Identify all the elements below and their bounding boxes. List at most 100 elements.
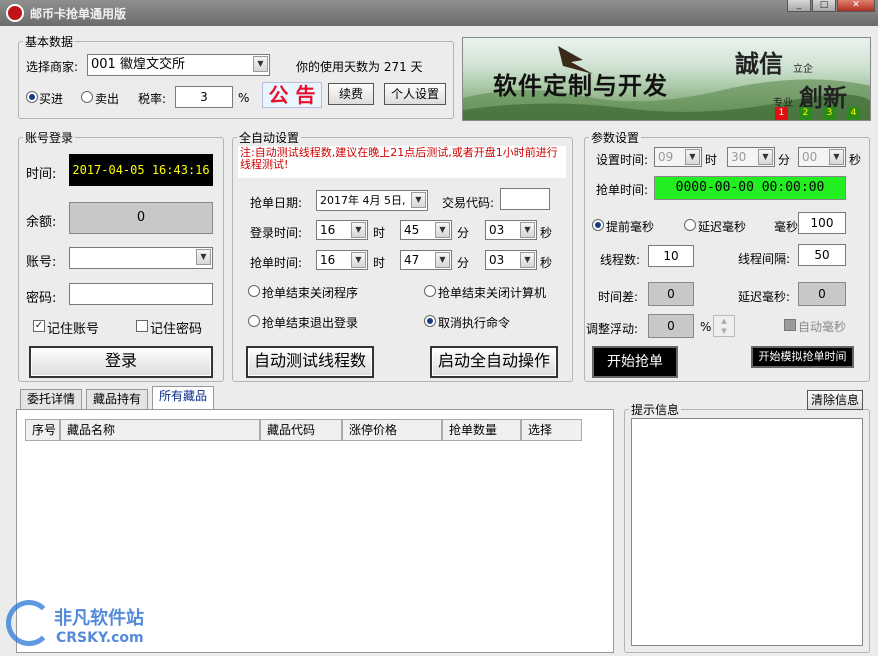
chevron-down-icon[interactable]: ▼ (196, 249, 211, 265)
window-title: 邮币卡抢单通用版 (30, 7, 127, 21)
delay-ms-radio[interactable] (684, 219, 696, 231)
banner-main-text: 软件定制与开发 (493, 71, 668, 100)
close-program-label: 抢单结束关闭程序 (262, 286, 359, 300)
merchant-label: 选择商家: (26, 60, 79, 74)
threads-label: 线程数: (600, 253, 641, 267)
chevron-down-icon[interactable]: ▼ (411, 192, 426, 208)
tax-input[interactable]: 3 (175, 86, 233, 108)
tab-order-details[interactable]: 委托详情 (20, 389, 83, 409)
banner-honesty: 誠信 (735, 49, 783, 78)
time-diff-display: 0 (648, 282, 694, 306)
buy-label: 买进 (39, 92, 64, 106)
col-header-select[interactable]: 选择 (521, 419, 582, 441)
grab-hour-unit: 时 (373, 256, 386, 270)
ms-input[interactable]: 100 (798, 212, 846, 234)
auto-test-threads-button[interactable]: 自动测试线程数 (246, 346, 374, 378)
set-hour-select[interactable]: 09 ▼ (654, 147, 702, 167)
tab-all-items[interactable]: 所有藏品 (152, 386, 215, 410)
account-select[interactable]: ▼ (69, 247, 213, 269)
chevron-down-icon[interactable]: ▼ (829, 149, 844, 165)
chevron-down-icon[interactable]: ▼ (435, 222, 450, 238)
time-diff-label: 时间差: (598, 290, 639, 304)
cancel-command-radio[interactable] (424, 315, 436, 327)
auto-ms-checkbox[interactable] (784, 319, 796, 331)
login-sec-unit: 秒 (540, 226, 553, 240)
buy-radio[interactable] (26, 91, 38, 103)
start-grab-button[interactable]: 开始抢单 (592, 346, 678, 378)
delay-ms-label: 延迟毫秒 (698, 220, 747, 234)
merchant-select[interactable]: 001 徽煌文交所 ▼ (87, 54, 270, 76)
tab-holdings[interactable]: 藏品持有 (86, 389, 149, 409)
grab-min-select[interactable]: 47 ▼ (400, 250, 452, 270)
chevron-down-icon[interactable]: ▼ (253, 56, 268, 72)
close-button[interactable]: ✕ (837, 0, 875, 12)
login-sec-select[interactable]: 03 ▼ (485, 220, 537, 240)
maximize-button[interactable]: □ (812, 0, 836, 12)
sell-label: 卖出 (95, 92, 120, 106)
close-program-radio[interactable] (248, 285, 260, 297)
delay-ms-display: 0 (798, 282, 846, 306)
app-icon (6, 4, 24, 22)
banner-honesty-sub: 立企 (793, 64, 813, 75)
chevron-down-icon[interactable]: ▼ (685, 149, 700, 165)
site-watermark: 非凡软件站 CRSKY.com (2, 596, 162, 654)
remember-account-checkbox[interactable]: ✓ (33, 320, 45, 332)
set-min-value: 30 (731, 150, 747, 164)
balance-display: 0 (69, 202, 213, 234)
col-header-index[interactable]: 序号 (25, 419, 60, 441)
login-min-unit: 分 (457, 226, 470, 240)
banner-box-3: 3 (823, 107, 836, 120)
personal-settings-button[interactable]: 个人设置 (384, 83, 446, 105)
login-min-select[interactable]: 45 ▼ (400, 220, 452, 240)
chevron-down-icon[interactable]: ▼ (435, 252, 450, 268)
float-spinner[interactable]: ▲ ▼ (713, 315, 735, 337)
grab-date-picker[interactable]: 2017年 4月 5日, ▼ (316, 190, 428, 211)
grab-sec-select[interactable]: 03 ▼ (485, 250, 537, 270)
password-input[interactable] (69, 283, 213, 305)
tax-unit: % (238, 91, 250, 105)
clock-display: 2017-04-05 16:43:16 (69, 154, 213, 186)
renew-button[interactable]: 续费 (328, 83, 374, 105)
adjust-float-display: 0 (648, 314, 694, 338)
remember-password-checkbox[interactable] (136, 320, 148, 332)
grab-hour-select[interactable]: 16 ▼ (316, 250, 368, 270)
col-header-limit-price[interactable]: 涨停价格 (342, 419, 442, 441)
params-legend: 参数设置 (591, 131, 640, 145)
thread-interval-input[interactable]: 50 (798, 244, 846, 266)
remember-account-label: 记住账号 (47, 322, 100, 337)
banner-box-1: 1 (775, 107, 788, 120)
start-auto-button[interactable]: 启动全自动操作 (430, 346, 558, 378)
shutdown-radio[interactable] (424, 285, 436, 297)
col-header-quantity[interactable]: 抢单数量 (442, 419, 521, 441)
site-logo-icon (6, 600, 52, 646)
set-sec-select[interactable]: 00 ▼ (798, 147, 846, 167)
chevron-down-icon[interactable]: ▼ (351, 252, 366, 268)
sell-radio[interactable] (81, 91, 93, 103)
simulate-grab-button[interactable]: 开始模拟抢单时间 (751, 346, 854, 368)
chevron-down-icon[interactable]: ▼ (520, 222, 535, 238)
col-header-code[interactable]: 藏品代码 (260, 419, 342, 441)
advance-ms-radio[interactable] (592, 219, 604, 231)
login-sec-value: 03 (489, 223, 505, 237)
grab-sec-value: 03 (489, 253, 505, 267)
clear-info-button[interactable]: 清除信息 (807, 390, 863, 410)
info-textarea[interactable] (631, 418, 863, 646)
param-grab-time-label: 抢单时间: (596, 183, 649, 197)
login-hour-select[interactable]: 16 ▼ (316, 220, 368, 240)
logout-radio[interactable] (248, 315, 260, 327)
threads-input[interactable]: 10 (648, 245, 694, 267)
chevron-down-icon[interactable]: ▼ (520, 252, 535, 268)
chevron-down-icon[interactable]: ▼ (351, 222, 366, 238)
balance-label: 余额: (26, 215, 57, 230)
login-button[interactable]: 登录 (29, 346, 213, 378)
notice-label[interactable]: 公 告 (262, 82, 322, 108)
trade-code-input[interactable] (500, 188, 550, 210)
delay-ms-value-label: 延迟毫秒: (738, 290, 791, 304)
logout-label: 抢单结束退出登录 (262, 316, 359, 330)
set-min-select[interactable]: 30 ▼ (727, 147, 775, 167)
minimize-button[interactable]: _ (787, 0, 811, 12)
auto-note: 注:自动测试线程数,建议在晚上21点后测试,或者开盘1小时前进行线程测试! (238, 146, 566, 178)
chevron-down-icon[interactable]: ▼ (758, 149, 773, 165)
account-label: 账号: (26, 255, 57, 270)
col-header-name[interactable]: 藏品名称 (60, 419, 260, 441)
